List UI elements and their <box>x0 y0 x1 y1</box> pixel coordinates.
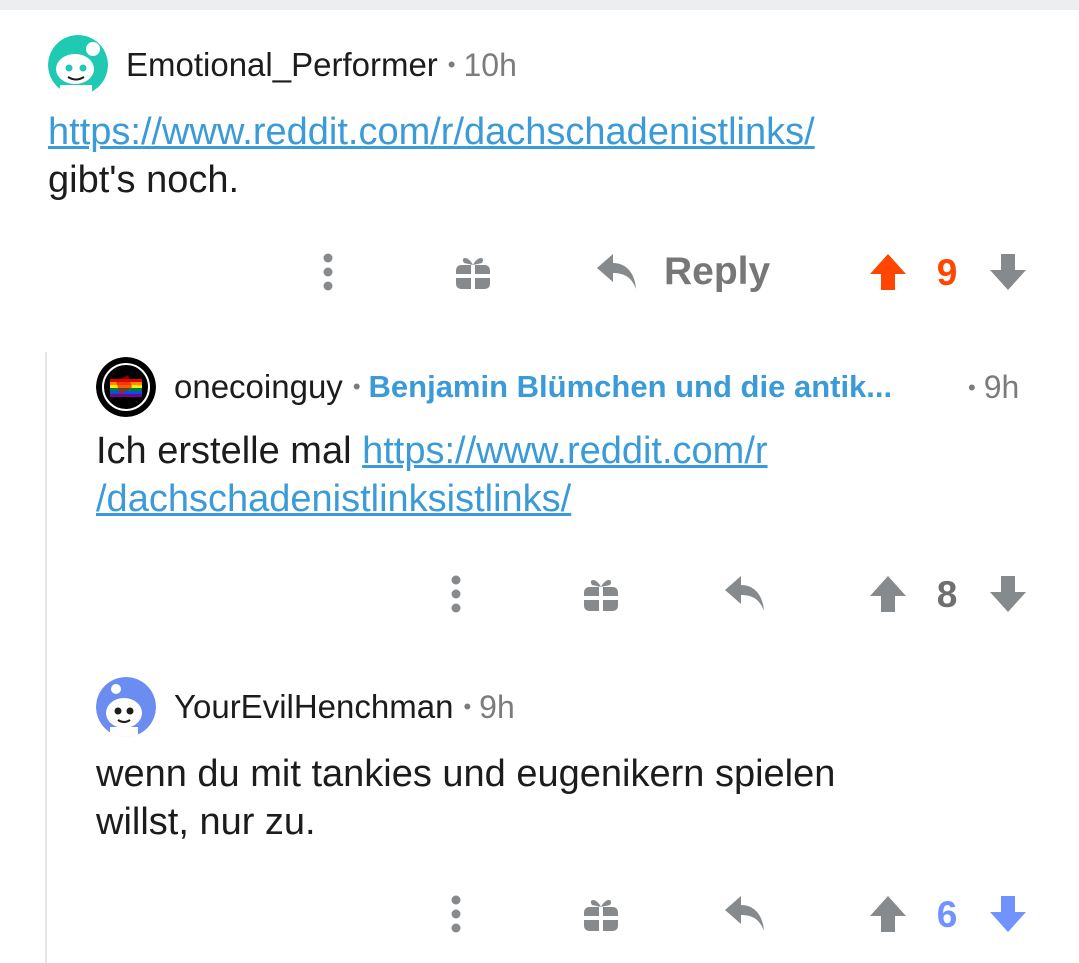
more-options-icon[interactable] <box>436 564 476 624</box>
reply-arrow-icon[interactable] <box>592 248 642 296</box>
separator-dot: • <box>352 374 361 399</box>
username[interactable]: YourEvilHenchman <box>174 688 453 726</box>
vote-score: 9 <box>936 252 958 293</box>
timestamp-wrap: • 9h <box>968 369 1019 406</box>
top-divider <box>0 0 1079 10</box>
avatar[interactable] <box>96 357 156 417</box>
username[interactable]: onecoinguy <box>174 368 343 406</box>
separator-dot: • <box>447 52 456 77</box>
comment-text-line: willst, nur zu. <box>96 801 316 843</box>
award-gift-icon[interactable] <box>449 248 497 296</box>
comment-text-line: wenn du mit tankies und eugenikern spiel… <box>96 753 836 795</box>
comment-link-continued[interactable]: /dachschadenistlinksistlinks/ <box>96 478 571 520</box>
reply-button[interactable]: Reply <box>664 250 770 294</box>
avatar[interactable] <box>96 677 156 737</box>
comment-header: onecoinguy • Benjamin Blümchen und die a… <box>96 352 892 422</box>
upvote-arrow-icon[interactable] <box>866 892 910 936</box>
more-options-icon[interactable] <box>436 884 476 944</box>
reply-arrow-icon[interactable] <box>720 890 770 938</box>
downvote-arrow-icon[interactable] <box>986 572 1030 616</box>
avatar[interactable] <box>48 35 108 95</box>
timestamp: 9h <box>983 369 1020 405</box>
comment-text: Ich erstelle mal <box>96 430 363 472</box>
comment-link[interactable]: https://www.reddit.com/r/dachschadenistl… <box>48 111 815 153</box>
user-flair: Benjamin Blümchen und die antik... <box>368 369 893 404</box>
comment-actions: 8 <box>0 564 1079 624</box>
comment-actions: Reply 9 <box>0 242 1079 302</box>
downvote-arrow-icon[interactable] <box>986 892 1030 936</box>
downvote-arrow-icon[interactable] <box>986 250 1030 294</box>
vote-score: 8 <box>936 574 958 615</box>
comment-link[interactable]: https://www.reddit.com/r <box>362 430 767 472</box>
award-gift-icon[interactable] <box>577 570 625 618</box>
more-options-icon[interactable] <box>308 242 348 302</box>
thread-line[interactable] <box>45 352 47 963</box>
comment-header: YourEvilHenchman • 9h <box>96 672 515 742</box>
comment-body: wenn du mit tankies und eugenikern spiel… <box>96 750 1036 846</box>
comment-body: https://www.reddit.com/r/dachschadenistl… <box>48 108 1048 204</box>
comment-actions: 6 <box>0 884 1079 944</box>
timestamp: 10h <box>463 46 517 83</box>
separator-dot: • <box>463 694 472 719</box>
comment-body: Ich erstelle mal https://www.reddit.com/… <box>96 427 1036 523</box>
reply-arrow-icon[interactable] <box>720 570 770 618</box>
comment-header: Emotional_Performer • 10h <box>48 30 517 100</box>
upvote-arrow-icon[interactable] <box>866 250 910 294</box>
upvote-arrow-icon[interactable] <box>866 572 910 616</box>
separator-dot: • <box>968 374 976 400</box>
timestamp: 9h <box>479 688 515 725</box>
comment-text: gibt's noch. <box>48 159 240 201</box>
username[interactable]: Emotional_Performer <box>126 46 438 84</box>
award-gift-icon[interactable] <box>577 890 625 938</box>
vote-score: 6 <box>936 894 958 935</box>
